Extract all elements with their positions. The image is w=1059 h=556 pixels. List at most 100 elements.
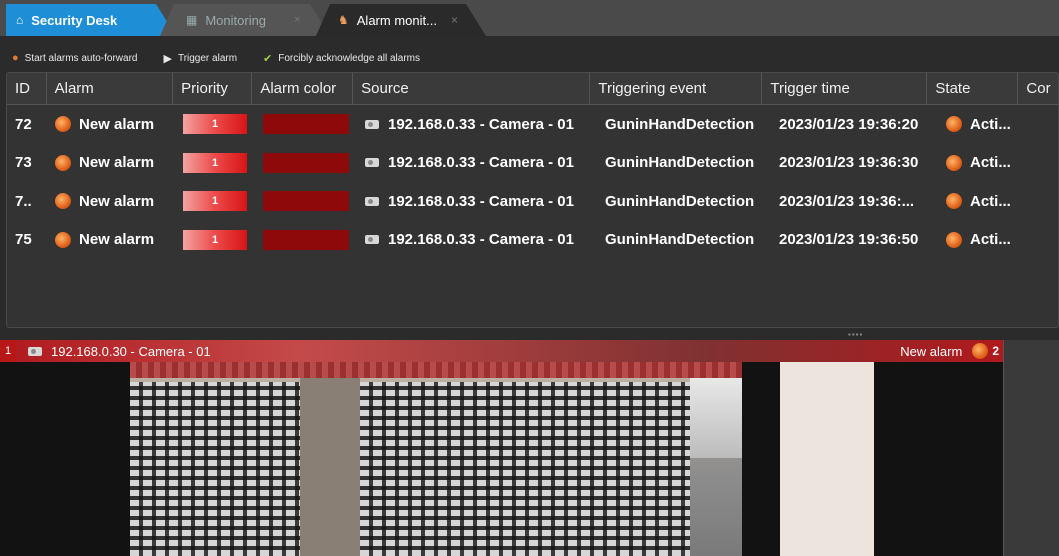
cell-triggering-event: GuninHandDetection xyxy=(605,192,755,210)
camera-video-feed xyxy=(130,362,742,556)
start-auto-forward-button[interactable]: ● Start alarms auto-forward xyxy=(12,52,137,64)
source-text: 192.168.0.33 - Camera - 01 xyxy=(388,115,574,133)
monitoring-icon: ▦ xyxy=(186,13,198,27)
state-icon xyxy=(946,193,962,210)
source-text: 192.168.0.33 - Camera - 01 xyxy=(388,192,574,210)
priority-bar: 1 xyxy=(183,229,247,250)
tab-alarm-monitoring[interactable]: ♞ Alarm monit... × xyxy=(316,4,486,36)
state-icon xyxy=(946,154,962,171)
alarm-monitoring-icon: ♞ xyxy=(338,13,349,27)
cell-alarm-color xyxy=(255,191,357,212)
table-row[interactable]: 7.. New alarm 1 192.168.0.33 - Camera - … xyxy=(7,182,1058,221)
cell-priority: 1 xyxy=(175,191,255,212)
hall-window xyxy=(690,378,742,458)
cell-priority: 1 xyxy=(175,229,255,250)
alarm-count: 2 xyxy=(992,344,999,358)
cell-source: 192.168.0.33 - Camera - 01 xyxy=(357,193,597,210)
cell-id: 73 xyxy=(15,154,32,172)
table-header: ID Alarm Priority Alarm color Source Tri… xyxy=(7,73,1058,105)
table-row[interactable]: 73 New alarm 1 192.168.0.33 - Camera - 0… xyxy=(7,144,1058,183)
cell-trigger-time: 2023/01/23 19:36:20 xyxy=(779,115,919,133)
camera-icon xyxy=(365,196,379,206)
cell-alarm: New alarm xyxy=(47,116,175,133)
state-text: Acti... xyxy=(970,231,1011,249)
alarm-color-swatch xyxy=(263,152,349,173)
cell-alarm: New alarm xyxy=(47,231,175,248)
cell-triggering-event: GuninHandDetection xyxy=(605,231,755,249)
alarm-name: New alarm xyxy=(79,115,155,133)
seat-block-left xyxy=(130,382,300,556)
camera-icon xyxy=(365,235,379,245)
cell-alarm-color xyxy=(255,152,357,173)
column-header-state[interactable]: State xyxy=(927,73,1019,104)
column-header-alarm-color[interactable]: Alarm color xyxy=(252,73,354,104)
camera-icon xyxy=(365,158,379,168)
tab-label: Alarm monit... xyxy=(356,12,437,28)
cell-state: Acti... xyxy=(938,116,1030,133)
alarm-icon xyxy=(972,343,989,359)
trigger-alarm-label: Trigger alarm xyxy=(177,52,238,64)
state-text: Acti... xyxy=(970,192,1011,210)
alarm-forward-icon: ● xyxy=(12,52,19,64)
column-header-alarm[interactable]: Alarm xyxy=(47,73,174,104)
tile-alarm-info: New alarm 2 xyxy=(900,340,1003,362)
cell-alarm-color xyxy=(255,114,357,135)
cell-priority: 1 xyxy=(175,114,255,135)
source-text: 192.168.0.33 - Camera - 01 xyxy=(388,154,574,172)
cell-alarm: New alarm xyxy=(47,154,175,171)
state-text: Acti... xyxy=(970,154,1011,172)
column-header-cor[interactable]: Cor xyxy=(1018,73,1058,104)
state-icon xyxy=(946,116,962,133)
tile-sidebar xyxy=(1003,340,1059,556)
cell-alarm: New alarm xyxy=(47,193,175,210)
alarm-toolbar: ● Start alarms auto-forward ▶ Trigger al… xyxy=(0,44,1059,72)
cell-alarm-color xyxy=(255,229,357,250)
column-header-source[interactable]: Source xyxy=(353,73,591,104)
column-header-priority[interactable]: Priority xyxy=(173,73,253,104)
cell-source: 192.168.0.33 - Camera - 01 xyxy=(357,231,597,248)
source-text: 192.168.0.33 - Camera - 01 xyxy=(388,231,574,249)
alarm-name: New alarm xyxy=(79,231,155,249)
cell-trigger-time: 2023/01/23 19:36:30 xyxy=(779,154,919,172)
trigger-alarm-button[interactable]: ▶ Trigger alarm xyxy=(163,52,237,65)
cell-state: Acti... xyxy=(938,154,1030,171)
cell-id: 75 xyxy=(15,231,32,249)
tile-camera: 192.168.0.30 - Camera - 01 xyxy=(28,344,211,359)
column-header-triggering-event[interactable]: Triggering event xyxy=(590,73,763,104)
column-header-trigger-time[interactable]: Trigger time xyxy=(762,73,928,104)
tab-security-desk[interactable]: ⌂ Security Desk xyxy=(6,4,176,36)
alarm-color-swatch xyxy=(263,114,349,135)
home-icon: ⌂ xyxy=(16,13,24,27)
acknowledge-all-label: Forcibly acknowledge all alarms xyxy=(278,52,420,64)
splitter-handle[interactable]: ▪▪▪▪ xyxy=(848,330,863,339)
alarm-icon xyxy=(55,231,71,248)
column-header-id[interactable]: ID xyxy=(7,73,47,104)
tab-label: Security Desk xyxy=(31,12,118,28)
cell-triggering-event: GuninHandDetection xyxy=(605,154,755,172)
checkmark-icon: ✔ xyxy=(263,52,273,65)
tab-bar: ⌂ Security Desk ▦ Monitoring × ♞ Alarm m… xyxy=(0,0,1059,36)
cell-source: 192.168.0.33 - Camera - 01 xyxy=(357,154,597,171)
acknowledge-all-button[interactable]: ✔ Forcibly acknowledge all alarms xyxy=(263,52,420,65)
priority-bar: 1 xyxy=(183,114,247,135)
cell-trigger-time: 2023/01/23 19:36:... xyxy=(779,192,915,210)
video-tile[interactable]: 1 192.168.0.30 - Camera - 01 New alarm 2 xyxy=(0,340,1059,556)
cell-source: 192.168.0.33 - Camera - 01 xyxy=(357,116,597,133)
cell-priority: 1 xyxy=(175,152,255,173)
priority-bar: 1 xyxy=(183,191,247,212)
close-icon[interactable]: × xyxy=(451,13,458,27)
tab-label: Monitoring xyxy=(205,12,267,28)
cell-state: Acti... xyxy=(938,193,1030,210)
close-icon[interactable]: × xyxy=(294,14,300,26)
cell-trigger-time: 2023/01/23 19:36:50 xyxy=(779,231,919,249)
alarm-name: New alarm xyxy=(79,154,155,172)
play-icon: ▶ xyxy=(163,52,172,65)
table-row[interactable]: 75 New alarm 1 192.168.0.33 - Camera - 0… xyxy=(7,221,1058,260)
tab-monitoring[interactable]: ▦ Monitoring × xyxy=(160,4,330,36)
table-row[interactable]: 72 New alarm 1 192.168.0.33 - Camera - 0… xyxy=(7,105,1058,144)
alarm-color-swatch xyxy=(263,191,349,212)
center-aisle xyxy=(300,378,360,556)
seat-block-right xyxy=(360,382,690,556)
alarm-icon xyxy=(55,116,71,133)
priority-bar: 1 xyxy=(183,152,247,173)
